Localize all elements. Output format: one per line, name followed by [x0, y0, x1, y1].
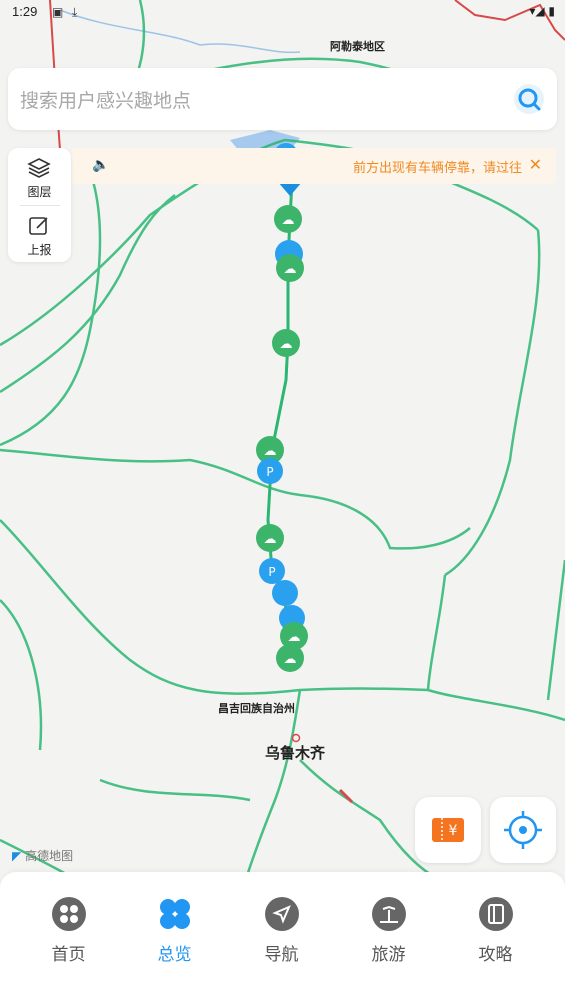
svg-text:☁: ☁	[264, 532, 277, 547]
svg-text:☁: ☁	[282, 213, 295, 228]
weather-marker: ☁	[276, 644, 304, 672]
ticket-button[interactable]: ¥	[415, 797, 481, 863]
edit-icon	[29, 217, 48, 235]
tab-home-label: 首页	[51, 945, 86, 965]
report-button[interactable]: 上报	[8, 208, 71, 264]
speaker-icon: 🔈	[92, 157, 110, 173]
place-label-changji: 昌吉回族自治州	[218, 702, 295, 715]
map-logo: ◤ 高德地图	[12, 847, 73, 864]
notification-icon: ▣	[52, 5, 64, 19]
map-tools-panel: 图层 上报	[8, 148, 71, 262]
search-icon[interactable]	[513, 83, 545, 115]
home-icon	[52, 897, 86, 931]
tab-travel[interactable]: 旅游	[332, 872, 445, 1004]
weather-marker: ☁	[274, 205, 302, 233]
tab-guide-label: 攻略	[478, 945, 513, 965]
locate-icon	[504, 811, 542, 849]
svg-text:☁: ☁	[264, 444, 277, 459]
tools-divider	[20, 205, 60, 206]
close-icon[interactable]: ✕	[529, 155, 542, 174]
tab-overview[interactable]: 总览	[118, 872, 231, 1004]
parking-marker: P	[259, 558, 285, 584]
tab-home[interactable]: 首页	[12, 872, 125, 1004]
guide-icon	[479, 897, 513, 931]
weather-marker: ☁	[256, 524, 284, 552]
svg-text:☁: ☁	[284, 652, 297, 667]
status-bar: 1:29 ▣ ⤓ ▾◢ ▮	[0, 0, 565, 26]
report-label: 上报	[27, 243, 52, 257]
weather-marker: ☁	[272, 329, 300, 357]
notice-banner: 🔈 前方出现有车辆停靠，请过往 ✕	[72, 148, 556, 184]
search-input[interactable]: 搜索用户感兴趣地点	[20, 86, 191, 113]
logo-icon: ◤	[12, 849, 22, 863]
status-time: 1:29	[12, 4, 38, 19]
place-label-altay: 阿勒泰地区	[330, 40, 385, 53]
layers-label: 图层	[27, 185, 52, 199]
ticket-icon: ¥	[432, 818, 464, 842]
tab-navigation[interactable]: 导航	[225, 872, 338, 1004]
navigation-icon	[265, 897, 299, 931]
layers-button[interactable]: 图层	[8, 150, 71, 206]
bottom-tab-bar: 首页 总览 导航 旅游 攻略	[0, 872, 565, 1004]
locate-button[interactable]	[490, 797, 556, 863]
weather-marker: ☁	[276, 254, 304, 282]
svg-text:¥: ¥	[449, 823, 458, 839]
svg-text:☁: ☁	[288, 630, 301, 645]
battery-icon: ▾◢ ▮	[529, 4, 555, 18]
place-label-urumqi: 乌鲁木齐	[265, 744, 326, 762]
tab-travel-label: 旅游	[371, 945, 406, 965]
tab-overview-label: 总览	[157, 945, 192, 965]
tab-guide[interactable]: 攻略	[439, 872, 552, 1004]
tab-navigation-label: 导航	[264, 945, 299, 965]
svg-text:P: P	[266, 465, 273, 479]
search-bar[interactable]: 搜索用户感兴趣地点	[8, 68, 557, 130]
camera-marker	[272, 580, 298, 606]
download-icon: ⤓	[72, 5, 78, 19]
logo-text: 高德地图	[25, 849, 74, 863]
svg-text:P: P	[268, 565, 275, 579]
parking-marker: P	[257, 458, 283, 484]
travel-icon	[372, 897, 406, 931]
layers-icon	[27, 158, 51, 178]
notice-text: 前方出现有车辆停靠，请过往	[352, 161, 522, 176]
svg-text:☁: ☁	[284, 262, 297, 277]
overview-icon	[160, 899, 190, 929]
svg-text:☁: ☁	[280, 337, 293, 352]
